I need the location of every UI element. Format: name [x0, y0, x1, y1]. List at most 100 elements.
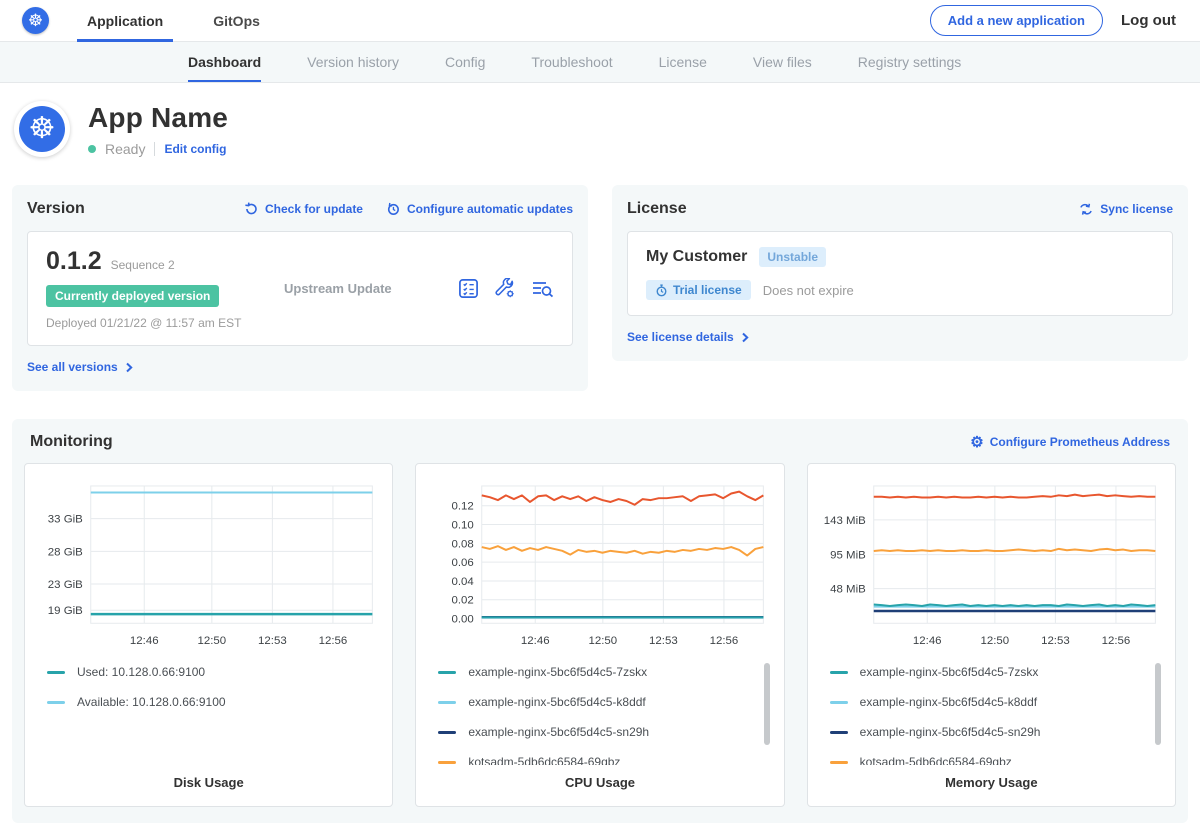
legend-item: Available: 10.128.0.66:9100 — [47, 695, 366, 709]
legend-color-dash — [830, 701, 848, 704]
cpu-usage-card: 12:4612:5012:5312:560.000.020.040.060.08… — [415, 463, 784, 807]
version-source-label: Upstream Update — [284, 281, 392, 296]
legend-item: kotsadm-5db6dc6584-69qbz — [830, 755, 1149, 765]
license-expiry: Does not expire — [763, 283, 854, 298]
legend-label: example-nginx-5bc6f5d4c5-7zskx — [860, 665, 1039, 679]
channel-badge: Unstable — [759, 247, 826, 267]
legend-color-dash — [830, 731, 848, 734]
app-header: ☸ App Name Ready Edit config — [0, 83, 1200, 173]
legend-item: example-nginx-5bc6f5d4c5-sn29h — [830, 725, 1149, 739]
configure-prometheus-link[interactable]: ⚙ Configure Prometheus Address — [970, 435, 1170, 450]
memory-usage-legend: example-nginx-5bc6f5d4c5-7zskx example-ng… — [820, 661, 1163, 765]
svg-text:0.04: 0.04 — [452, 576, 475, 588]
svg-text:12:56: 12:56 — [1101, 635, 1130, 647]
legend-item: example-nginx-5bc6f5d4c5-k8ddf — [830, 695, 1149, 709]
svg-text:12:46: 12:46 — [521, 635, 550, 647]
legend-item: Used: 10.128.0.66:9100 — [47, 665, 366, 679]
svg-text:12:50: 12:50 — [980, 635, 1009, 647]
tab-view-files[interactable]: View files — [753, 42, 812, 82]
legend-item: example-nginx-5bc6f5d4c5-sn29h — [438, 725, 757, 739]
deploy-logs-icon[interactable] — [531, 279, 554, 299]
legend-item: example-nginx-5bc6f5d4c5-7zskx — [830, 665, 1149, 679]
legend-label: example-nginx-5bc6f5d4c5-7zskx — [468, 665, 647, 679]
tab-dashboard[interactable]: Dashboard — [188, 42, 261, 82]
legend-scrollbar[interactable] — [1155, 663, 1161, 745]
legend-label: Available: 10.128.0.66:9100 — [77, 695, 226, 709]
chart-title: Memory Usage — [820, 765, 1163, 790]
memory-usage-chart: 12:4612:5012:5312:5648 MiB95 MiB143 MiB — [820, 476, 1163, 653]
sync-license-link[interactable]: Sync license — [1078, 202, 1173, 217]
svg-text:0.12: 0.12 — [452, 501, 474, 513]
top-nav: ☸ Application GitOps Add a new applicati… — [0, 0, 1200, 42]
sub-nav: Dashboard Version history Config Trouble… — [0, 42, 1200, 83]
disk-usage-legend: Used: 10.128.0.66:9100 Available: 10.128.… — [37, 661, 380, 765]
legend-scrollbar[interactable] — [764, 663, 770, 745]
svg-text:143 MiB: 143 MiB — [823, 515, 865, 527]
preflight-checks-icon[interactable] — [458, 278, 479, 299]
legend-label: kotsadm-5db6dc6584-69qbz — [860, 755, 1012, 765]
topnav-tab-application[interactable]: Application — [83, 0, 167, 41]
version-card: Version Check for update Configure autom… — [12, 185, 588, 391]
check-for-update-link[interactable]: Check for update — [243, 201, 363, 217]
legend-label: example-nginx-5bc6f5d4c5-k8ddf — [468, 695, 645, 709]
disk-usage-card: 12:4612:5012:5312:5619 GiB23 GiB28 GiB33… — [24, 463, 393, 807]
license-box: My Customer Unstable Trial license Does … — [627, 231, 1173, 316]
cpu-usage-chart: 12:4612:5012:5312:560.000.020.040.060.08… — [428, 476, 771, 653]
disk-usage-chart: 12:4612:5012:5312:5619 GiB23 GiB28 GiB33… — [37, 476, 380, 653]
topnav-tab-gitops[interactable]: GitOps — [209, 0, 264, 41]
svg-text:23 GiB: 23 GiB — [48, 579, 83, 591]
svg-text:12:53: 12:53 — [1041, 635, 1070, 647]
svg-text:0.00: 0.00 — [452, 614, 474, 626]
configure-automatic-updates-link[interactable]: Configure automatic updates — [385, 201, 573, 217]
status-text: Ready — [105, 141, 145, 157]
legend-label: example-nginx-5bc6f5d4c5-sn29h — [860, 725, 1041, 739]
divider — [154, 142, 155, 156]
svg-text:12:46: 12:46 — [130, 635, 159, 647]
tab-troubleshoot[interactable]: Troubleshoot — [531, 42, 612, 82]
logout-button[interactable]: Log out — [1121, 12, 1176, 29]
deployed-badge: Currently deployed version — [46, 285, 219, 307]
svg-text:0.10: 0.10 — [452, 519, 474, 531]
add-application-button[interactable]: Add a new application — [930, 5, 1103, 36]
legend-label: Used: 10.128.0.66:9100 — [77, 665, 205, 679]
svg-text:12:53: 12:53 — [649, 635, 678, 647]
tab-config[interactable]: Config — [445, 42, 485, 82]
see-all-versions-link[interactable]: See all versions — [27, 360, 134, 374]
current-version-box: 0.1.2 Sequence 2 Currently deployed vers… — [27, 231, 573, 346]
cpu-usage-legend: example-nginx-5bc6f5d4c5-7zskx example-ng… — [428, 661, 771, 765]
refresh-icon — [243, 201, 259, 217]
version-card-title: Version — [27, 200, 85, 218]
brand-logo[interactable]: ☸ — [22, 0, 49, 41]
kubernetes-logo-icon: ☸ — [22, 7, 49, 34]
legend-label: kotsadm-5db6dc6584-69qbz — [468, 755, 620, 765]
edit-config-link[interactable]: Edit config — [164, 142, 226, 156]
version-number: 0.1.2 — [46, 247, 102, 276]
legend-item: kotsadm-5db6dc6584-69qbz — [438, 755, 757, 765]
legend-label: example-nginx-5bc6f5d4c5-sn29h — [468, 725, 649, 739]
config-wrench-icon[interactable] — [494, 278, 516, 299]
trial-clock-icon — [655, 284, 668, 297]
version-sequence: Sequence 2 — [111, 258, 175, 272]
license-card: License Sync license My Customer Unstabl… — [612, 185, 1188, 361]
tab-registry-settings[interactable]: Registry settings — [858, 42, 961, 82]
sync-icon — [1078, 202, 1094, 217]
svg-text:48 MiB: 48 MiB — [830, 584, 866, 596]
legend-color-dash — [438, 671, 456, 674]
legend-color-dash — [47, 671, 65, 674]
svg-text:12:53: 12:53 — [258, 635, 287, 647]
monitoring-section: Monitoring ⚙ Configure Prometheus Addres… — [12, 419, 1188, 823]
gear-icon: ⚙ — [970, 435, 983, 450]
deployed-timestamp: Deployed 01/21/22 @ 11:57 am EST — [46, 316, 276, 330]
see-license-details-link[interactable]: See license details — [627, 330, 750, 344]
status-dot — [88, 145, 96, 153]
tab-license[interactable]: License — [659, 42, 707, 82]
chevron-right-icon — [740, 332, 750, 343]
svg-text:28 GiB: 28 GiB — [48, 546, 83, 558]
tab-version-history[interactable]: Version history — [307, 42, 399, 82]
chart-title: Disk Usage — [37, 765, 380, 790]
license-card-title: License — [627, 200, 687, 218]
legend-color-dash — [47, 701, 65, 704]
svg-text:12:50: 12:50 — [198, 635, 227, 647]
legend-item: example-nginx-5bc6f5d4c5-7zskx — [438, 665, 757, 679]
svg-text:12:46: 12:46 — [913, 635, 942, 647]
